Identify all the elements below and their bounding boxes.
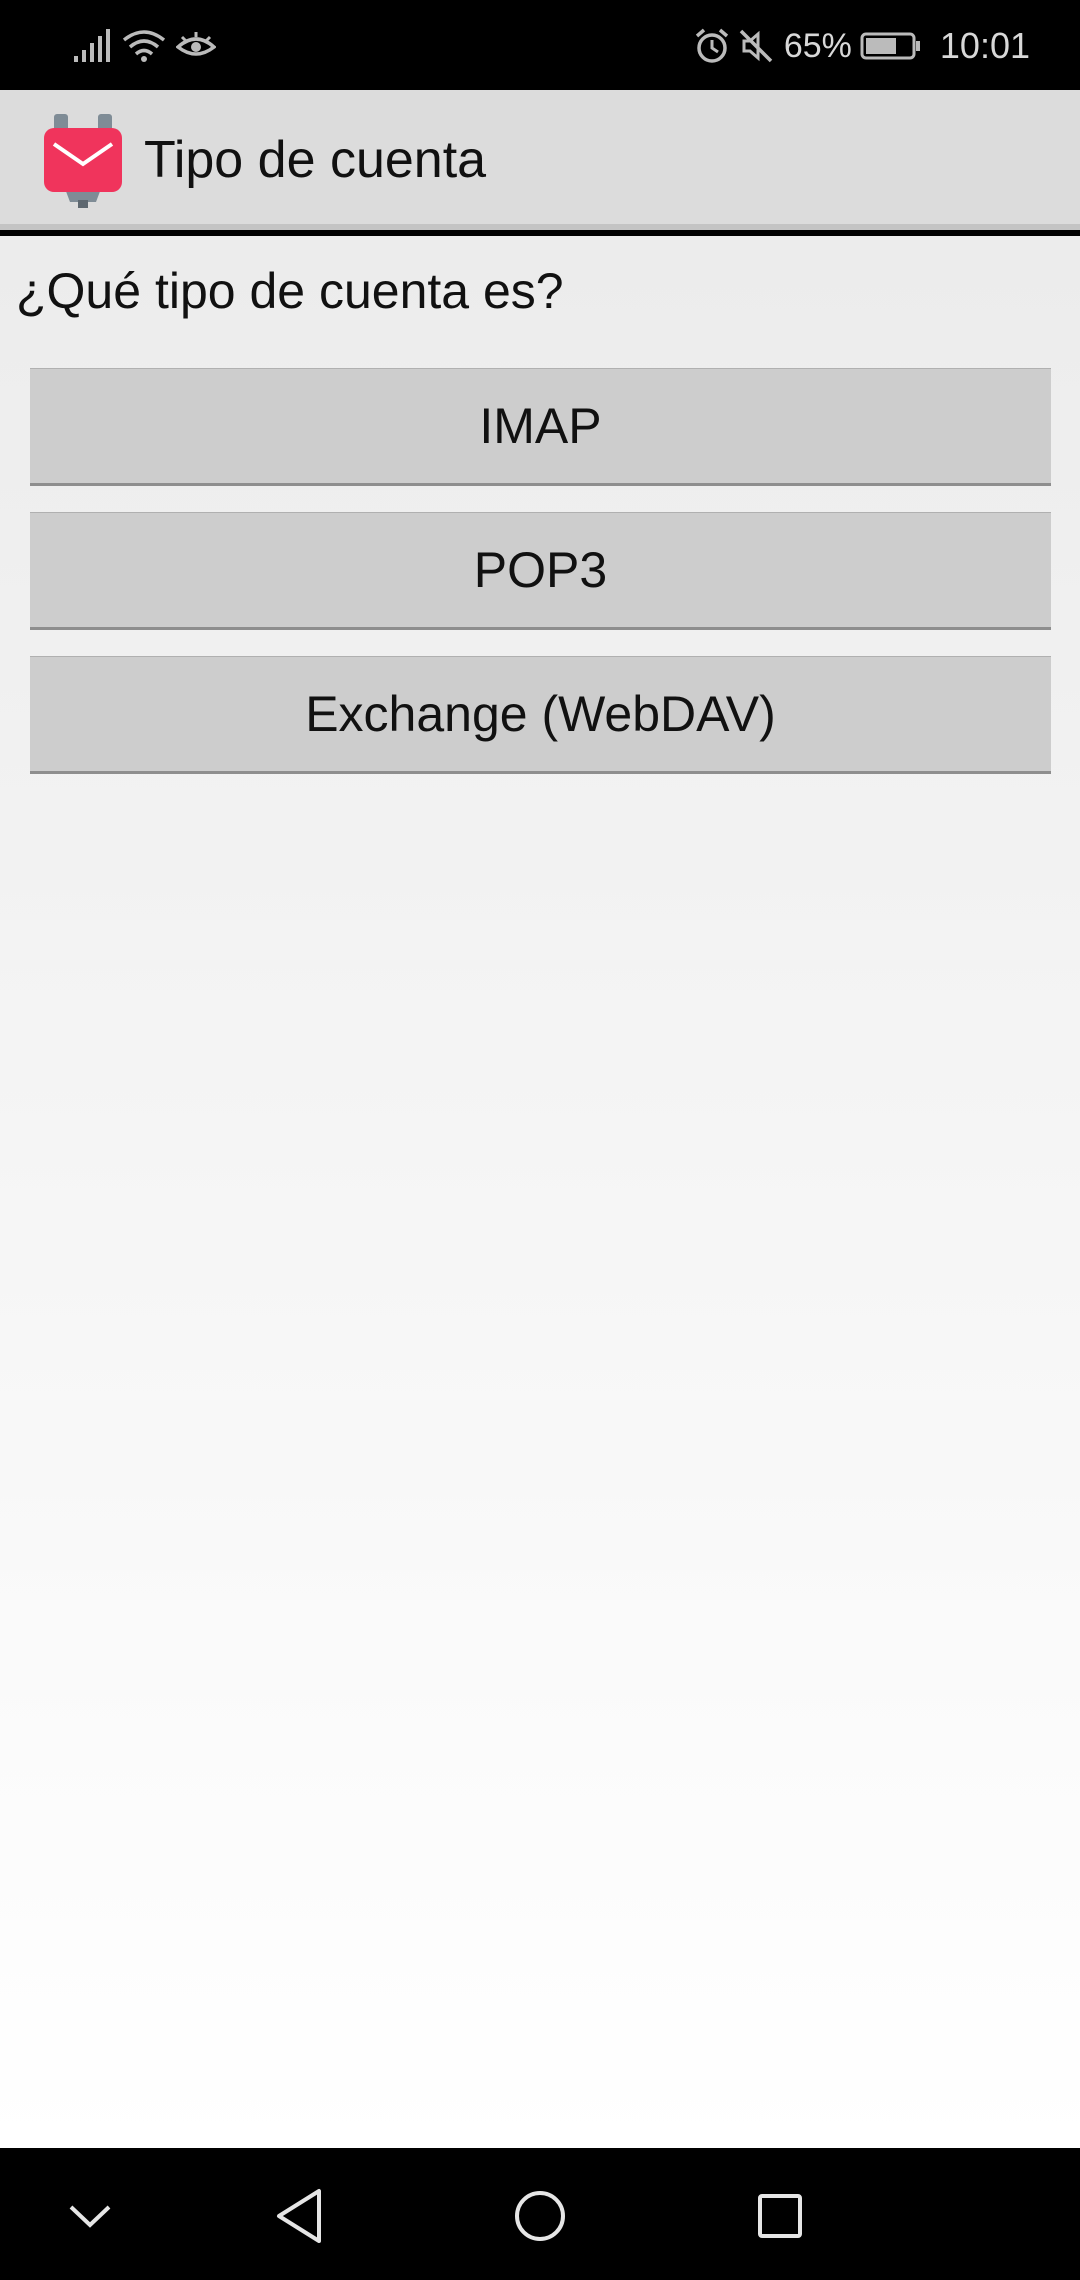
imap-button[interactable]: IMAP	[30, 368, 1051, 486]
mute-icon	[738, 28, 774, 64]
hide-keyboard-icon[interactable]	[50, 2176, 130, 2256]
clock: 10:01	[939, 25, 1030, 66]
exchange-webdav-button[interactable]: Exchange (WebDAV)	[30, 656, 1051, 774]
eye-icon	[176, 31, 216, 61]
battery-icon	[860, 31, 922, 61]
account-type-content: ¿Qué tipo de cuenta es? IMAP POP3 Exchan…	[0, 236, 1080, 2148]
alarm-icon	[694, 28, 730, 64]
recent-apps-icon[interactable]	[740, 2176, 820, 2256]
navigation-bar	[0, 2148, 1080, 2280]
pop3-button[interactable]: POP3	[30, 512, 1051, 630]
k9-mail-app-icon	[42, 114, 124, 208]
status-icons-left	[72, 24, 216, 68]
status-icons-right: 65% 10:01	[694, 24, 1030, 68]
home-icon[interactable]	[500, 2176, 580, 2256]
action-bar: Tipo de cuenta	[0, 90, 1080, 230]
battery-percent: 65%	[783, 26, 852, 65]
back-icon[interactable]	[260, 2176, 340, 2256]
wifi-icon	[122, 28, 166, 64]
signal-icon	[72, 28, 112, 64]
question-label: ¿Qué tipo de cuenta es?	[16, 263, 564, 319]
status-bar: 65% 10:01	[0, 0, 1080, 90]
page-title: Tipo de cuenta	[144, 131, 487, 189]
